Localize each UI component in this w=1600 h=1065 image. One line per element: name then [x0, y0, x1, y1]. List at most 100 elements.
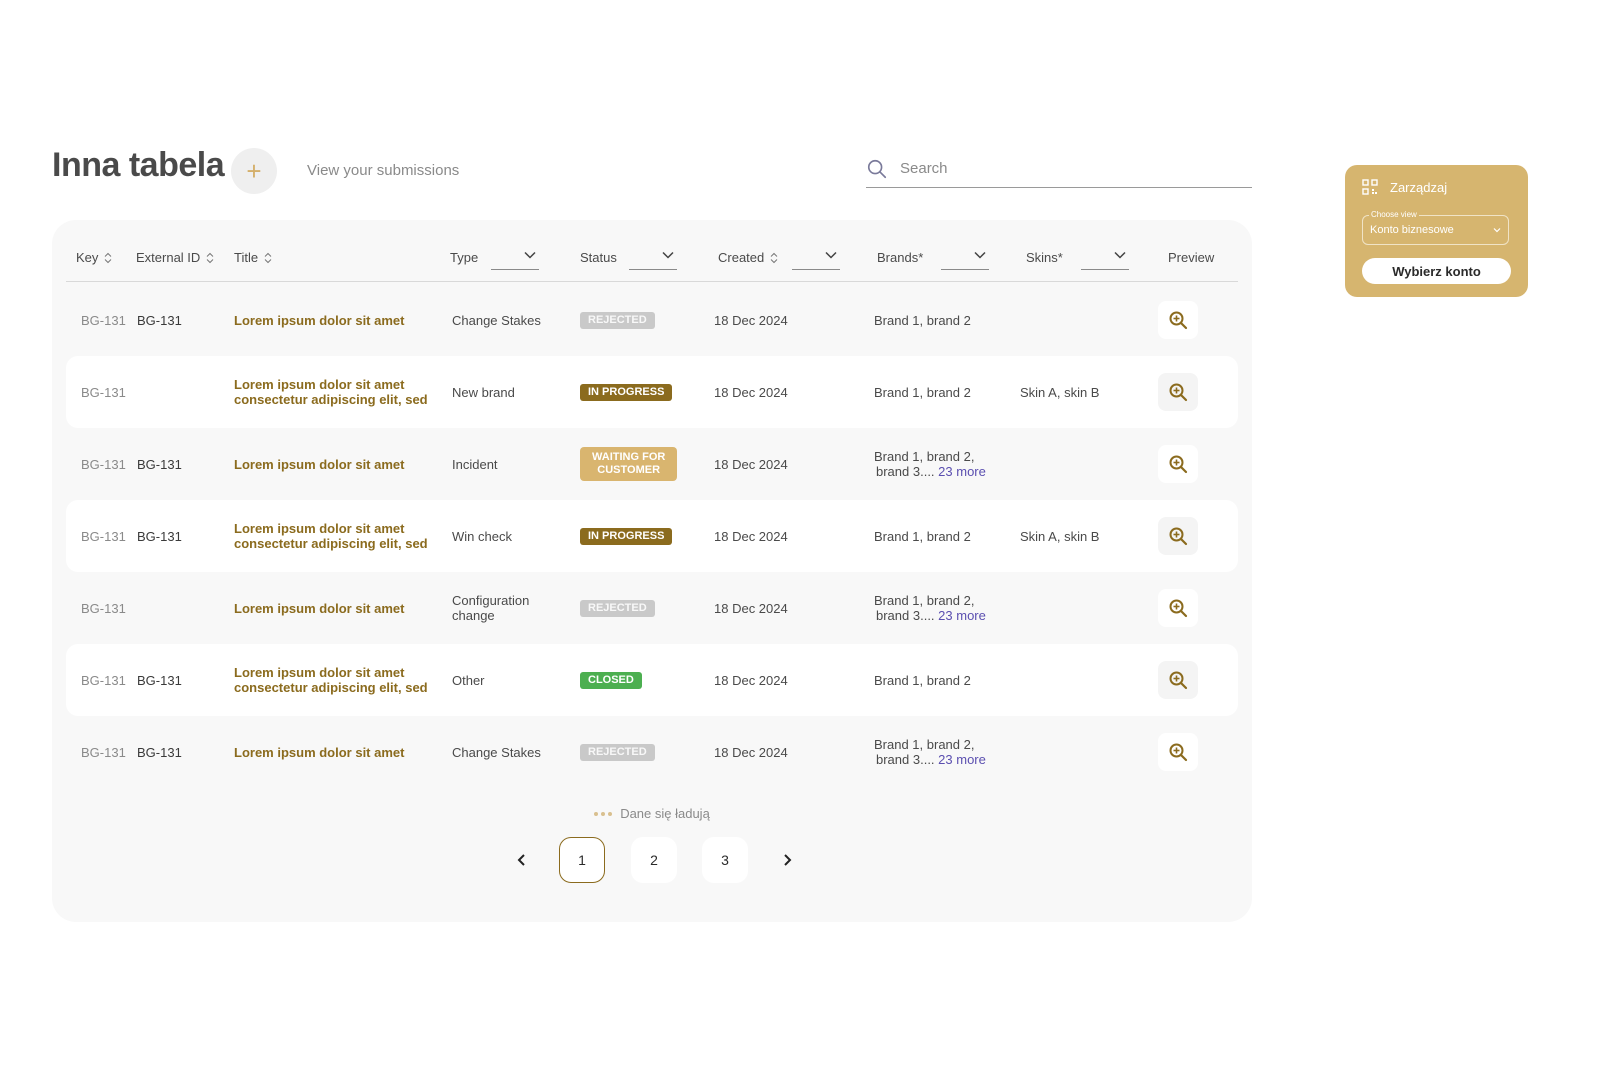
title-cell[interactable]: Lorem ipsum dolor sit amet — [234, 428, 434, 500]
preview-button[interactable] — [1158, 733, 1198, 771]
add-button[interactable]: + — [231, 148, 277, 194]
preview-button[interactable] — [1158, 517, 1198, 555]
title-cell[interactable]: Lorem ipsum dolor sit amet consectetur ad… — [234, 500, 434, 572]
select-account-button[interactable]: Wybierz konto — [1362, 258, 1511, 284]
brands-text: Brand 1, brand 2, — [874, 449, 975, 464]
zoom-in-icon — [1168, 382, 1188, 402]
title-cell[interactable]: Lorem ipsum dolor sit amet — [234, 572, 434, 644]
type-cell: Change Stakes — [452, 284, 562, 356]
type-cell: Configuration change — [452, 572, 562, 644]
preview-button[interactable] — [1158, 589, 1198, 627]
status-line: WAITING FOR — [592, 451, 666, 463]
type-line: Change Stakes — [452, 312, 541, 328]
brands-line: Brand 1, brand 2 — [874, 529, 971, 544]
page-button-2[interactable]: 2 — [631, 837, 677, 883]
column-key[interactable]: Key — [76, 250, 112, 265]
title-line: Lorem ipsum dolor sit amet — [234, 521, 405, 536]
brands-text: Brand 1, brand 2 — [874, 312, 971, 328]
title-line: Lorem ipsum dolor sit amet — [234, 744, 405, 760]
sort-icon — [206, 252, 214, 263]
status-cell: CLOSED — [580, 644, 642, 716]
loading-text: Dane się ładują — [620, 806, 710, 821]
column-skins: Skins* — [1026, 250, 1063, 265]
brands-more-link[interactable]: 23 more — [938, 752, 986, 767]
title-line: Lorem ipsum dolor sit amet — [234, 456, 405, 472]
created-cell: 18 Dec 2024 — [714, 312, 788, 328]
brands-line: Brand 1, brand 2 — [874, 313, 971, 328]
type-line: Incident — [452, 456, 498, 472]
type-line: Win check — [452, 528, 512, 544]
search-icon[interactable] — [866, 158, 888, 180]
page-subtitle: View your submissions — [307, 162, 460, 179]
title-line: consectetur adipiscing elit, sed — [234, 680, 428, 695]
title-cell[interactable]: Lorem ipsum dolor sit amet — [234, 284, 434, 356]
page-button-3[interactable]: 3 — [702, 837, 748, 883]
table-row: BG-131 BG-131 Lorem ipsum dolor sit amet Ch… — [66, 716, 1238, 788]
column-status: Status — [580, 250, 617, 265]
brands-cell: Brand 1, brand 2 — [874, 356, 1014, 428]
preview-button[interactable] — [1158, 445, 1198, 483]
chevron-down-icon — [524, 251, 536, 259]
column-created[interactable]: Created — [718, 250, 778, 265]
search-input[interactable] — [900, 160, 1220, 177]
table-header: Key External ID Title Type Status Create… — [66, 240, 1238, 282]
external-id-cell: BG-131 — [137, 456, 182, 472]
table-row: BG-131 BG-131 Lorem ipsum dolor sit amet Ch… — [66, 284, 1238, 356]
title-cell[interactable]: Lorem ipsum dolor sit amet consectetur ad… — [234, 356, 434, 428]
brands-line: Brand 1, brand 2, — [874, 449, 986, 464]
brands-line: Brand 1, brand 2 — [874, 385, 971, 400]
type-filter-dropdown[interactable] — [491, 248, 539, 270]
title-line: consectetur adipiscing elit, sed — [234, 536, 428, 551]
title-cell[interactable]: Lorem ipsum dolor sit amet consectetur ad… — [234, 644, 434, 716]
chevron-down-icon — [1114, 251, 1126, 259]
preview-button[interactable] — [1158, 301, 1198, 339]
widget-title: Zarządzaj — [1390, 179, 1448, 195]
created-cell: 18 Dec 2024 — [714, 744, 788, 760]
pagination: 1 2 3 — [52, 837, 1252, 883]
status-cell: REJECTED — [580, 572, 655, 644]
preview-button[interactable] — [1158, 373, 1198, 411]
brands-text: Brand 1, brand 2, — [874, 737, 975, 752]
loading-indicator: Dane się ładują — [52, 806, 1252, 821]
brands-line: Brand 1, brand 2, — [874, 737, 986, 752]
status-filter-dropdown[interactable] — [629, 248, 677, 270]
brands-filter-dropdown[interactable] — [941, 248, 989, 270]
status-line: REJECTED — [588, 745, 647, 758]
manage-account-widget: Zarządzaj Choose view Konto biznesowe Wy… — [1345, 165, 1528, 297]
skins-filter-dropdown[interactable] — [1081, 248, 1129, 270]
prev-page-button[interactable] — [507, 837, 537, 883]
type-cell: Other — [452, 644, 562, 716]
next-page-button[interactable] — [772, 837, 802, 883]
external-id-cell: BG-131 — [137, 312, 182, 328]
type-cell: Incident — [452, 428, 562, 500]
brands-cell: Brand 1, brand 2 — [874, 644, 1014, 716]
brands-text: Brand 1, brand 2, — [874, 593, 975, 608]
status-line: REJECTED — [588, 601, 647, 614]
brands-more-link[interactable]: 23 more — [938, 464, 986, 479]
preview-cell — [1158, 572, 1198, 644]
search-bar — [866, 150, 1252, 188]
title-cell[interactable]: Lorem ipsum dolor sit amet — [234, 716, 434, 788]
title-line: Lorem ipsum dolor sit amet — [234, 665, 405, 680]
type-line: New brand — [452, 384, 515, 400]
brands-more-link[interactable]: 23 more — [938, 608, 986, 623]
choose-view-select[interactable]: Choose view Konto biznesowe — [1362, 210, 1509, 245]
skins-cell: Skin A, skin B — [1020, 384, 1100, 400]
column-title[interactable]: Title — [234, 250, 272, 265]
key-cell: BG-131 — [81, 672, 126, 688]
page-button-1[interactable]: 1 — [559, 837, 605, 883]
created-filter-dropdown[interactable] — [792, 248, 840, 270]
brands-cell: Brand 1, brand 2 — [874, 284, 1014, 356]
key-cell: BG-131 — [81, 456, 126, 472]
type-line: Other — [452, 672, 485, 688]
column-external-id[interactable]: External ID — [136, 250, 214, 265]
preview-cell — [1158, 500, 1198, 572]
column-preview: Preview — [1168, 250, 1215, 265]
status-badge: REJECTED — [580, 311, 655, 329]
status-line: REJECTED — [588, 313, 647, 326]
preview-button[interactable] — [1158, 661, 1198, 699]
status-badge: IN PROGRESS — [580, 383, 673, 401]
brands-cell: Brand 1, brand 2, brand 3.... 23 more — [874, 716, 1014, 788]
zoom-in-icon — [1168, 670, 1188, 690]
sort-icon — [770, 252, 778, 263]
